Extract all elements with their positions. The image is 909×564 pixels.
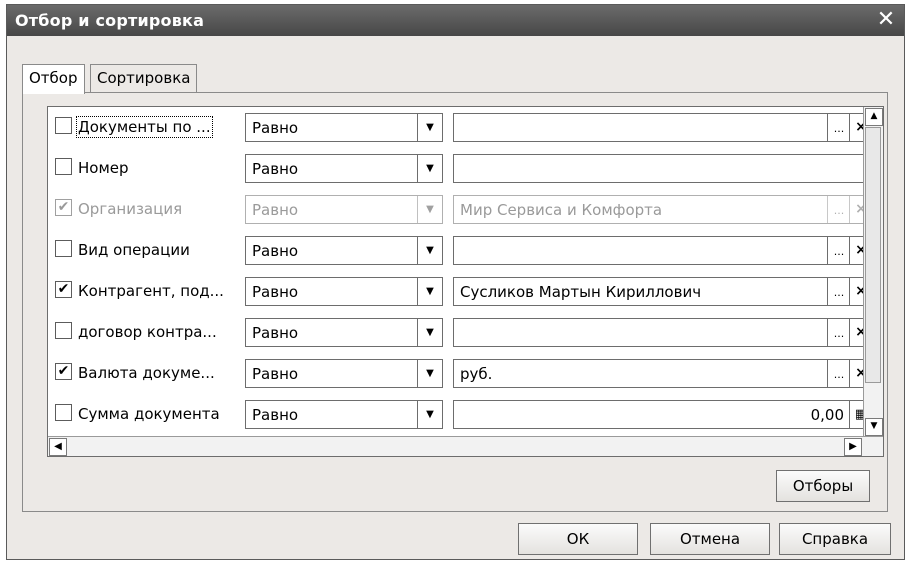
filter-label: Номер	[78, 159, 129, 177]
clear-icon[interactable]: ×	[849, 319, 863, 346]
dropdown-arrow-icon[interactable]: ▼	[417, 319, 442, 346]
scrollbar-thumb[interactable]	[865, 127, 881, 383]
clear-icon[interactable]: ×	[849, 114, 863, 141]
title-bar[interactable]: Отбор и сортировка ✕	[7, 5, 904, 36]
dropdown-arrow-icon[interactable]: ▼	[417, 114, 442, 141]
filter-grid: Документы по ... Равно ▼... × Номер Равно ▼ ✔ Ор…	[47, 106, 884, 457]
clear-icon[interactable]: ×	[849, 360, 863, 387]
scroll-right-icon[interactable]: ▶	[844, 438, 862, 456]
condition-value: Равно	[252, 324, 299, 342]
select-ellipsis-button[interactable]: ...	[827, 278, 850, 305]
check-icon: ✔	[57, 363, 70, 379]
filter-value-field: Мир Сервиса и Комфорта... ×	[453, 195, 863, 224]
filter-rows: Документы по ... Равно ▼... × Номер Равно ▼ ✔ Ор…	[48, 107, 863, 436]
condition-value: Равно	[252, 365, 299, 383]
vertical-scrollbar[interactable]: ▲ ▼	[863, 107, 883, 437]
condition-value: Равно	[252, 406, 299, 424]
select-ellipsis-button[interactable]: ...	[827, 114, 850, 141]
filter-tab-panel: Документы по ... Равно ▼... × Номер Равно ▼ ✔ Ор…	[22, 92, 888, 512]
clear-icon[interactable]: ×	[849, 237, 863, 264]
dropdown-arrow-icon[interactable]: ▼	[417, 360, 442, 387]
filter-label: Сумма документа	[78, 405, 220, 423]
filter-row: ✔ Валюта докуме... Равно ▼ руб.... ×	[48, 353, 863, 394]
condition-select[interactable]: Равно ▼	[245, 359, 443, 388]
filter-value-field[interactable]: 0,00 ▦	[453, 400, 863, 429]
cancel-button[interactable]: Отмена	[650, 523, 770, 555]
filter-checkbox[interactable]	[55, 404, 72, 421]
filter-row: Номер Равно ▼	[48, 148, 863, 189]
condition-select[interactable]: Равно ▼	[245, 400, 443, 429]
condition-select: Равно ▼	[245, 195, 443, 224]
filter-label: Контрагент, под...	[78, 282, 224, 300]
filter-row: ✔ Контрагент, под... Равно ▼ Сусликов Мартын…	[48, 271, 863, 312]
filter-row: Сумма документа Равно ▼ 0,00 ▦	[48, 394, 863, 435]
tab-filter[interactable]: Отбор	[22, 64, 85, 94]
filter-checkbox[interactable]	[55, 322, 72, 339]
filter-checkbox: ✔	[55, 199, 72, 216]
filter-value-field[interactable]: ... ×	[453, 318, 863, 347]
filter-value: Мир Сервиса и Комфорта	[460, 201, 663, 219]
dropdown-arrow-icon[interactable]: ▼	[417, 278, 442, 305]
select-ellipsis-button[interactable]: ...	[827, 319, 850, 346]
select-ellipsis-button: ...	[827, 196, 850, 223]
condition-value: Равно	[252, 160, 299, 178]
filter-checkbox[interactable]	[55, 117, 72, 134]
dropdown-arrow-icon[interactable]: ▼	[417, 155, 442, 182]
condition-select[interactable]: Равно ▼	[245, 236, 443, 265]
scroll-down-icon[interactable]: ▼	[865, 418, 883, 436]
horizontal-scrollbar[interactable]: ◀ ▶	[48, 436, 883, 456]
filter-row: Вид операции Равно ▼... ×	[48, 230, 863, 271]
ok-button[interactable]: ОК	[518, 523, 638, 555]
scroll-up-icon[interactable]: ▲	[865, 108, 883, 126]
filter-label: Валюта докуме...	[78, 364, 215, 382]
select-ellipsis-button[interactable]: ...	[827, 237, 850, 264]
filter-checkbox[interactable]	[55, 240, 72, 257]
filter-label: Документы по ...	[76, 116, 213, 138]
condition-value: Равно	[252, 283, 299, 301]
filter-value-field[interactable]	[453, 154, 863, 183]
filter-row: договор контра... Равно ▼... ×	[48, 312, 863, 353]
condition-select[interactable]: Равно ▼	[245, 113, 443, 142]
filter-value-field[interactable]: ... ×	[453, 236, 863, 265]
filter-row: ✔ Организация Равно ▼ Мир Сервиса и Комфорта…	[48, 189, 863, 230]
dropdown-arrow-icon[interactable]: ▼	[417, 401, 442, 428]
dropdown-arrow-icon[interactable]: ▼	[417, 237, 442, 264]
scroll-left-icon[interactable]: ◀	[49, 438, 67, 456]
window-title: Отбор и сортировка	[15, 11, 205, 30]
condition-value: Равно	[252, 119, 299, 137]
clear-icon[interactable]: ×	[849, 278, 863, 305]
filter-checkbox[interactable]: ✔	[55, 363, 72, 380]
condition-value: Равно	[252, 201, 299, 219]
filters-button[interactable]: Отборы	[776, 470, 870, 502]
condition-select[interactable]: Равно ▼	[245, 154, 443, 183]
select-ellipsis-button[interactable]: ...	[827, 360, 850, 387]
filter-value-field[interactable]: ... ×	[453, 113, 863, 142]
calculator-icon[interactable]: ▦	[849, 401, 863, 428]
check-icon: ✔	[57, 199, 70, 215]
filter-value-field[interactable]: руб.... ×	[453, 359, 863, 388]
condition-select[interactable]: Равно ▼	[245, 277, 443, 306]
filter-checkbox[interactable]: ✔	[55, 281, 72, 298]
filter-value: руб.	[460, 365, 493, 383]
filter-checkbox[interactable]	[55, 158, 72, 175]
filter-label: Вид операции	[78, 241, 190, 259]
tab-sort[interactable]: Сортировка	[90, 64, 198, 92]
filter-label: Организация	[78, 200, 183, 218]
check-icon: ✔	[57, 281, 70, 297]
filter-label: договор контра...	[78, 323, 217, 341]
clear-icon: ×	[849, 196, 863, 223]
filter-row: Документы по ... Равно ▼... ×	[48, 107, 863, 148]
filter-sort-dialog: Отбор и сортировка ✕ Отбор Сортировка До…	[6, 4, 905, 560]
condition-select[interactable]: Равно ▼	[245, 318, 443, 347]
condition-value: Равно	[252, 242, 299, 260]
help-button[interactable]: Справка	[779, 523, 891, 555]
filter-value: 0,00	[810, 406, 844, 424]
filter-value: Сусликов Мартын Кириллович	[460, 283, 702, 301]
close-icon[interactable]: ✕	[874, 7, 898, 33]
dropdown-arrow-icon: ▼	[417, 196, 442, 223]
filter-value-field[interactable]: Сусликов Мартын Кириллович... ×	[453, 277, 863, 306]
